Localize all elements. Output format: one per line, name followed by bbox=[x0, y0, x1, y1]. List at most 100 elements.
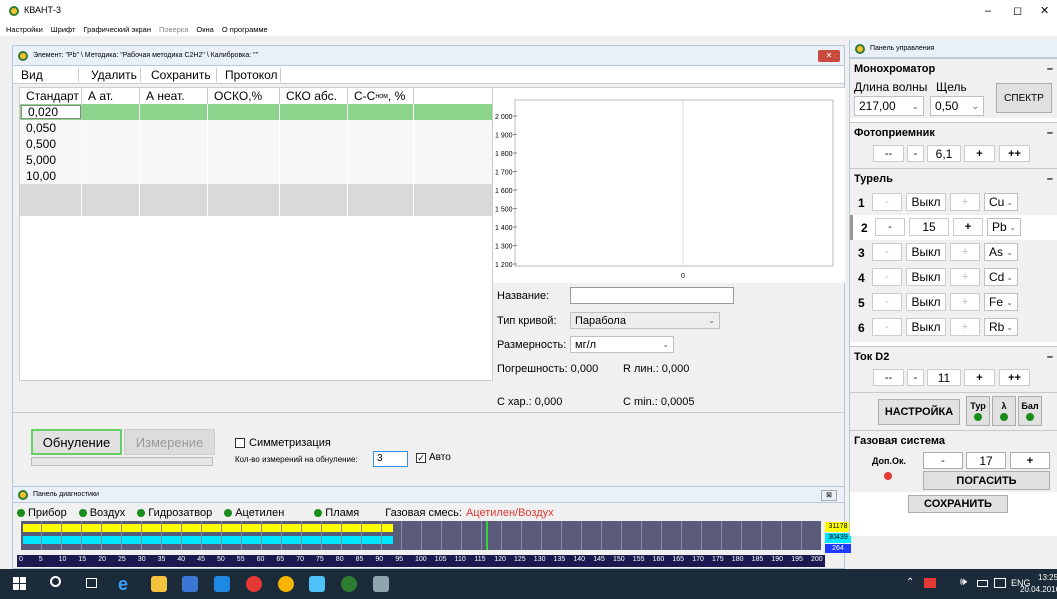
turret-row[interactable]: 6 - Выкл + Rb ⌄ bbox=[850, 315, 1057, 340]
collapse-icon[interactable]: – bbox=[1047, 173, 1053, 185]
table-row[interactable]: 0,020 bbox=[20, 104, 492, 120]
collapse-icon[interactable]: – bbox=[1047, 63, 1053, 75]
turret-minus-button[interactable]: - bbox=[875, 218, 905, 236]
collapse-icon[interactable]: – bbox=[1047, 351, 1053, 363]
turret-plus-button[interactable]: + bbox=[950, 243, 980, 261]
turret-minus-button[interactable]: - bbox=[872, 243, 902, 261]
windows-start-icon[interactable] bbox=[13, 577, 26, 590]
settings-button[interactable]: НАСТРОЙКА bbox=[878, 399, 960, 425]
gas-minus-button[interactable]: - bbox=[923, 452, 963, 469]
turret-element-select[interactable]: As ⌄ bbox=[984, 243, 1018, 261]
minimize-button[interactable]: – bbox=[985, 5, 991, 17]
slit-select[interactable]: 0,50 ⌄ bbox=[930, 96, 984, 116]
measure-button[interactable]: Измерение bbox=[124, 429, 215, 455]
table-row[interactable] bbox=[20, 200, 492, 216]
turret-plus-button[interactable]: + bbox=[950, 193, 980, 211]
save-button[interactable]: СОХРАНИТЬ bbox=[908, 495, 1008, 513]
table-row[interactable]: 10,00 bbox=[20, 168, 492, 184]
turret-element-select[interactable]: Pb ⌄ bbox=[987, 218, 1021, 236]
edge-icon[interactable]: e bbox=[118, 574, 128, 595]
turret-minus-button[interactable]: - bbox=[872, 318, 902, 336]
table-row[interactable] bbox=[20, 184, 492, 200]
menu-item[interactable]: Настройки bbox=[6, 25, 43, 34]
d2-inc2-button[interactable]: ++ bbox=[999, 369, 1030, 386]
app-icon-doc[interactable] bbox=[373, 576, 389, 592]
flag-button[interactable]: Бал bbox=[1018, 396, 1042, 426]
curve-type-select[interactable]: Парабола ⌄ bbox=[570, 312, 720, 329]
delete-menu[interactable]: Удалить bbox=[79, 67, 141, 82]
count-input[interactable]: 3 bbox=[373, 451, 408, 467]
name-input[interactable] bbox=[570, 287, 734, 304]
turret-plus-button[interactable]: + bbox=[950, 268, 980, 286]
table-row[interactable]: 5,000 bbox=[20, 152, 492, 168]
opera-icon[interactable] bbox=[246, 576, 262, 592]
turret-row[interactable]: 1 - Выкл + Cu ⌄ bbox=[850, 190, 1057, 215]
turret-plus-button[interactable]: + bbox=[950, 293, 980, 311]
protocol-menu[interactable]: Протокол bbox=[217, 67, 281, 82]
menu-item[interactable]: Окна bbox=[196, 25, 213, 34]
d2-dec2-button[interactable]: -- bbox=[873, 369, 904, 386]
diagnostics-close-icon[interactable]: ⊠ bbox=[821, 490, 837, 501]
symmetry-checkbox[interactable]: Симметризация bbox=[235, 437, 331, 449]
column-header[interactable]: СКО абс. bbox=[280, 88, 348, 104]
save-menu[interactable]: Сохранить bbox=[141, 67, 217, 82]
collapse-icon[interactable]: – bbox=[1047, 127, 1053, 139]
volume-icon[interactable]: 🕪 bbox=[960, 576, 967, 589]
photo-dec1-button[interactable]: - bbox=[907, 145, 924, 162]
kvant-task-icon[interactable] bbox=[341, 576, 357, 592]
photo-dec2-button[interactable]: -- bbox=[873, 145, 904, 162]
flag-button[interactable]: Тур bbox=[966, 396, 990, 426]
column-header[interactable]: А неат. bbox=[140, 88, 208, 104]
d2-inc1-button[interactable]: + bbox=[964, 369, 995, 386]
search-icon[interactable] bbox=[50, 576, 61, 587]
menu-item[interactable]: Поверка bbox=[159, 25, 188, 34]
spectrum-button[interactable]: СПЕКТР bbox=[996, 83, 1052, 113]
column-header[interactable]: ОСКО,% bbox=[208, 88, 280, 104]
menu-item[interactable]: О программе bbox=[222, 25, 268, 34]
column-header[interactable]: Стандарт bbox=[20, 88, 82, 104]
chrome-icon[interactable] bbox=[278, 576, 294, 592]
view-menu[interactable]: Вид bbox=[13, 67, 79, 82]
turret-plus-button[interactable]: + bbox=[950, 318, 980, 336]
column-header[interactable]: С-С ном, % bbox=[348, 88, 414, 104]
turret-minus-button[interactable]: - bbox=[872, 293, 902, 311]
table-row[interactable]: 0,500 bbox=[20, 136, 492, 152]
photo-inc1-button[interactable]: + bbox=[964, 145, 995, 162]
d2-dec1-button[interactable]: - bbox=[907, 369, 924, 386]
table-row[interactable]: 0,050 bbox=[20, 120, 492, 136]
window-close-icon[interactable]: ✕ bbox=[818, 50, 840, 62]
keyboard-icon[interactable] bbox=[994, 578, 1006, 588]
turret-element-select[interactable]: Cu ⌄ bbox=[984, 193, 1018, 211]
clock-date[interactable]: 20.04.2016 bbox=[1020, 585, 1057, 594]
turret-row[interactable]: 3 - Выкл + As ⌄ bbox=[850, 240, 1057, 265]
menu-item[interactable]: Графический экран bbox=[83, 25, 151, 34]
column-header[interactable]: А ат. bbox=[82, 88, 140, 104]
turret-plus-button[interactable]: + bbox=[953, 218, 983, 236]
close-button[interactable]: ✕ bbox=[1040, 4, 1049, 17]
turret-minus-button[interactable]: - bbox=[872, 193, 902, 211]
tray-chevron-up-icon[interactable]: ⌃ bbox=[906, 577, 914, 588]
store-icon[interactable] bbox=[182, 576, 198, 592]
zero-button[interactable]: Обнуление bbox=[31, 429, 122, 455]
flag-button[interactable]: λ bbox=[992, 396, 1016, 426]
gas-plus-button[interactable]: + bbox=[1010, 452, 1050, 469]
turret-element-select[interactable]: Fe ⌄ bbox=[984, 293, 1018, 311]
app-icon-cyan[interactable] bbox=[309, 576, 325, 592]
clock-time[interactable]: 13:25 bbox=[1038, 573, 1057, 582]
maximize-button[interactable]: ◻ bbox=[1013, 4, 1022, 17]
wavelength-select[interactable]: 217,00 ⌄ bbox=[854, 96, 924, 116]
turret-row[interactable]: 5 - Выкл + Fe ⌄ bbox=[850, 290, 1057, 315]
photo-inc2-button[interactable]: ++ bbox=[999, 145, 1030, 162]
turret-element-select[interactable]: Cd ⌄ bbox=[984, 268, 1018, 286]
turret-element-select[interactable]: Rb ⌄ bbox=[984, 318, 1018, 336]
app-icon-blue[interactable] bbox=[214, 576, 230, 592]
menu-item[interactable]: Шрифт bbox=[51, 25, 76, 34]
explorer-icon[interactable] bbox=[151, 576, 167, 592]
turret-minus-button[interactable]: - bbox=[872, 268, 902, 286]
auto-checkbox[interactable]: ✓ Авто bbox=[416, 452, 451, 463]
task-view-icon[interactable] bbox=[86, 578, 97, 588]
extinguish-button[interactable]: ПОГАСИТЬ bbox=[923, 471, 1050, 490]
turret-row[interactable]: 4 - Выкл + Cd ⌄ bbox=[850, 265, 1057, 290]
turret-row[interactable]: 2 - 15 + Pb ⌄ bbox=[850, 215, 1057, 240]
unit-select[interactable]: мг/л ⌄ bbox=[570, 336, 674, 353]
